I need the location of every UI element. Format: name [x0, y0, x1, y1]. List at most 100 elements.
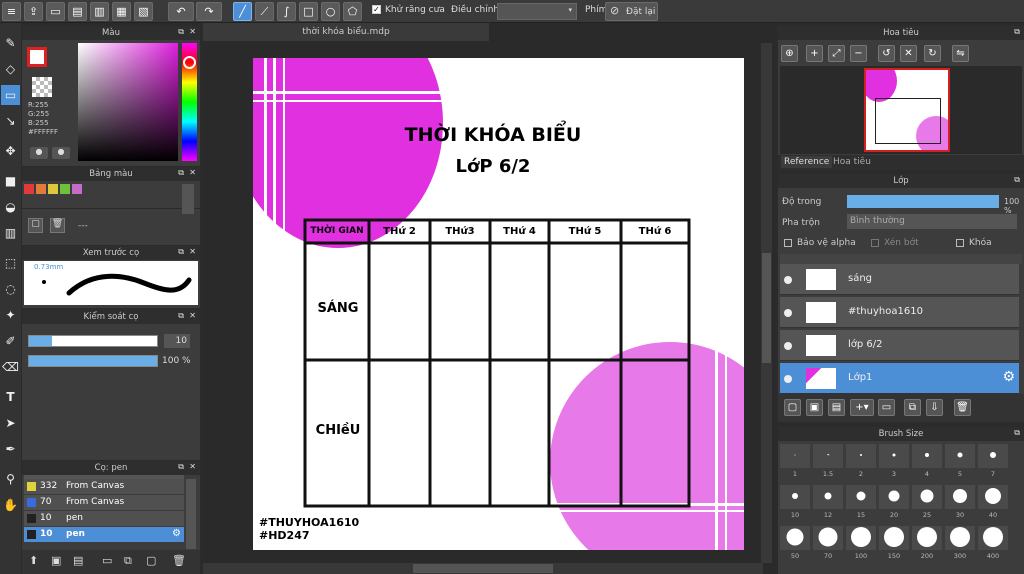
comment-icon[interactable]: ▭ [46, 2, 65, 21]
navigator-thumbnail[interactable] [864, 68, 950, 152]
curve-icon[interactable]: ∫ [277, 2, 296, 21]
popout-icon[interactable]: ⧉ [178, 27, 184, 37]
visibility-icon[interactable] [784, 342, 792, 350]
popout-icon[interactable]: ⧉ [178, 168, 184, 178]
polygon-icon[interactable]: ⬠ [343, 2, 362, 21]
page-icon[interactable]: ▥ [90, 2, 109, 21]
brush-size-slider[interactable] [28, 335, 158, 347]
brush-list-item[interactable]: 10 pen [24, 511, 184, 526]
layer-row[interactable]: lớp 6/2 [780, 330, 1019, 361]
blend-mode-dropdown[interactable]: Bình thường [847, 214, 1017, 229]
brush-size-preset[interactable]: 2 [846, 444, 876, 478]
background-color[interactable] [32, 77, 52, 97]
brush-size-preset[interactable]: 50 [780, 526, 810, 560]
eraser-tool-icon[interactable]: ◇ [1, 59, 20, 79]
gradient-icon[interactable]: ▥ [1, 223, 20, 243]
lasso-icon[interactable]: ↘ [1, 111, 20, 131]
brush-size-preset[interactable]: 3 [879, 444, 909, 478]
ellipse-icon[interactable]: ○ [321, 2, 340, 21]
flip-icon[interactable]: ⇋ [952, 45, 969, 62]
close-icon[interactable]: ✕ [189, 27, 196, 36]
redo-icon[interactable]: ↷ [196, 2, 222, 21]
brush-size-preset[interactable]: 25 [912, 485, 942, 519]
document-tab[interactable]: thời khóa biểu.mdp [203, 23, 489, 41]
close-icon[interactable]: ✕ [189, 168, 196, 177]
duplicate-layer-icon[interactable]: ⧉ [904, 399, 921, 416]
layer-icon[interactable]: ▤ [68, 2, 87, 21]
rotate-right-icon[interactable]: ↻ [924, 45, 941, 62]
line-tool-icon[interactable]: ╱ [233, 2, 252, 21]
rect-icon[interactable]: □ [299, 2, 318, 21]
palette-swatch[interactable] [72, 184, 82, 194]
add-brush-icon[interactable]: ⬆ [29, 554, 38, 567]
lock-checkbox[interactable] [956, 239, 964, 247]
brush-list-item[interactable]: 10 pen ⚙ [24, 527, 184, 542]
select-icon[interactable]: ⬚ [1, 253, 20, 273]
brush-list-item[interactable]: 332 From Canvas [24, 479, 184, 494]
palette-swatch[interactable] [48, 184, 58, 194]
new-layer-icon[interactable]: ▢ [784, 399, 801, 416]
brush-tool-icon[interactable]: ✎ [1, 33, 20, 53]
fit-window-icon[interactable]: ⤢ [828, 45, 845, 62]
fill-rect-icon[interactable]: ■ [1, 171, 20, 191]
adjust-dropdown[interactable]: ▾ [497, 3, 577, 20]
canvas[interactable]: THỜI KHÓA BIỂU LớP 6/2 THỜI GIAN THứ 2 THứ… [253, 58, 744, 550]
foreground-color[interactable] [27, 47, 47, 67]
dropper-icon[interactable]: ✒ [1, 439, 20, 459]
layer-row[interactable]: #thuyhoa1610 [780, 297, 1019, 328]
delete-layer-icon[interactable]: 🗑 [954, 399, 971, 416]
delete-brush-icon[interactable]: 🗑 [172, 554, 186, 567]
reset-view-icon[interactable]: ✕ [900, 45, 917, 62]
brush-size-value[interactable]: 10 [164, 334, 190, 348]
zoom-out-icon[interactable]: − [850, 45, 867, 62]
move-icon[interactable]: ✥ [1, 141, 20, 161]
grid-icon[interactable]: ▦ [112, 2, 131, 21]
palette-scrollbar[interactable] [182, 184, 194, 214]
layer-folder-icon[interactable]: ▭ [878, 399, 895, 416]
merge-layer-icon[interactable]: ⇩ [926, 399, 943, 416]
tab-reference[interactable]: Reference [781, 156, 833, 168]
brush-size-preset[interactable]: 12 [813, 485, 843, 519]
visibility-icon[interactable] [784, 276, 792, 284]
close-icon[interactable]: ✕ [189, 247, 196, 256]
visibility-icon[interactable] [784, 375, 792, 383]
select-pen-icon[interactable]: ✐ [1, 331, 20, 351]
protect-alpha-checkbox[interactable] [784, 239, 792, 247]
brush-size-preset[interactable]: 40 [978, 485, 1008, 519]
rotate-left-icon[interactable]: ↺ [878, 45, 895, 62]
brush-size-preset[interactable]: 150 [879, 526, 909, 560]
folder-icon[interactable]: ▭ [102, 554, 112, 567]
popout-icon[interactable]: ⧉ [178, 462, 184, 472]
brush-size-preset[interactable]: 300 [945, 526, 975, 560]
new-layer-2-icon[interactable]: ▣ [806, 399, 823, 416]
select-eraser-icon[interactable]: ⌫ [1, 357, 20, 377]
brush-list-scrollbar[interactable] [186, 479, 196, 549]
brush-size-preset[interactable]: 7 [978, 444, 1008, 478]
brush-settings-icon[interactable]: ▣ [51, 554, 61, 567]
brush-size-preset[interactable]: 100 [846, 526, 876, 560]
eyedropper-icon[interactable]: ⚲ [1, 469, 20, 489]
vertical-scrollbar[interactable] [761, 43, 772, 563]
delete-palette-icon[interactable]: 🗑 [50, 218, 65, 233]
brush-opacity-slider[interactable] [28, 355, 158, 367]
brush-size-preset[interactable]: 1 [780, 444, 810, 478]
export-icon[interactable]: ⇪ [24, 2, 43, 21]
brush-size-preset[interactable]: 4 [912, 444, 942, 478]
hue-slider[interactable] [182, 43, 197, 161]
brush-size-preset[interactable]: 5 [945, 444, 975, 478]
layer-opacity-slider[interactable] [847, 195, 999, 208]
popout-icon[interactable]: ⧉ [178, 311, 184, 321]
app-menu-icon[interactable]: ≡ [2, 2, 21, 21]
popout-icon[interactable]: ⧉ [178, 247, 184, 257]
popout-icon[interactable]: ⧉ [1014, 175, 1020, 185]
brush-size-preset[interactable]: 30 [945, 485, 975, 519]
select-rect-icon[interactable]: ▭ [1, 85, 20, 105]
clipping-checkbox[interactable] [871, 239, 879, 247]
horizontal-scrollbar[interactable] [203, 563, 763, 574]
brush-size-preset[interactable]: 400 [978, 526, 1008, 560]
popout-icon[interactable]: ⧉ [1014, 428, 1020, 438]
reset-button[interactable]: ⊘ Đặt lại [605, 2, 658, 21]
brush-size-preset[interactable]: 70 [813, 526, 843, 560]
gear-icon[interactable]: ⚙ [1002, 369, 1015, 385]
polyline-icon[interactable]: ⟋ [255, 2, 274, 21]
